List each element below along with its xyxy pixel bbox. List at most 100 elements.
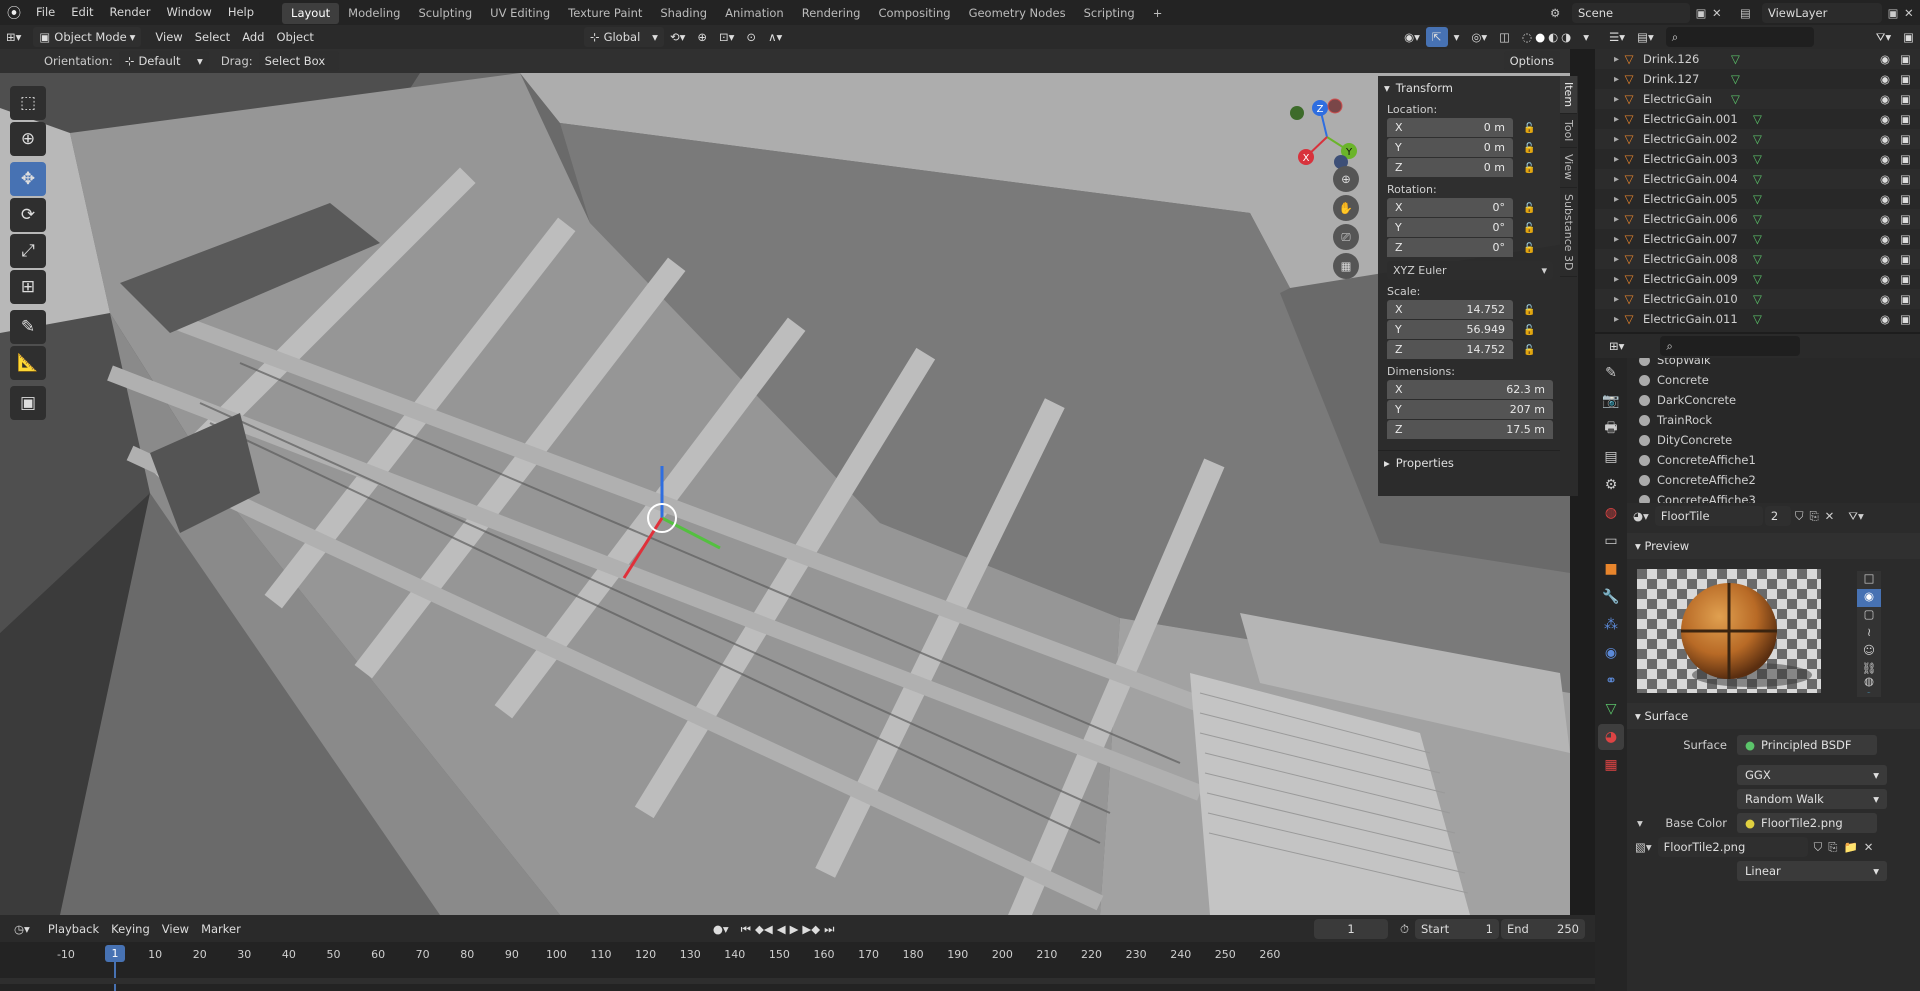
jump-start-icon[interactable]: ⏮ bbox=[741, 919, 751, 939]
expand-chevron-icon[interactable]: ▸ bbox=[1595, 154, 1619, 165]
end-frame-field[interactable]: End 250 bbox=[1501, 918, 1585, 939]
outliner-row[interactable]: ▸ ▽ ElectricGain.001 ▽ ◉ ▣ bbox=[1595, 109, 1920, 129]
render-camera-icon[interactable]: ▣ bbox=[1900, 172, 1920, 186]
menu-edit[interactable]: Edit bbox=[63, 0, 101, 25]
scene-browse-icon[interactable]: ▣ bbox=[1690, 6, 1712, 20]
menu-object[interactable]: Object bbox=[270, 27, 319, 47]
mode-dropdown[interactable]: ▣ Object Mode ▾ bbox=[33, 27, 142, 47]
jump-end-icon[interactable]: ⏭ bbox=[824, 919, 834, 939]
texture-tab-icon[interactable]: ▦ bbox=[1598, 752, 1624, 778]
outliner-row[interactable]: ▸ ▽ Drink.126 ▽ ◉ ▣ bbox=[1595, 49, 1920, 69]
navigation-gizmo[interactable]: Z Y X bbox=[1282, 97, 1372, 177]
hair-preview-icon[interactable]: ≀ bbox=[1857, 625, 1881, 643]
visibility-eye-icon[interactable]: ◉ bbox=[1880, 312, 1900, 326]
mesh-data-icon[interactable]: ▽ bbox=[1753, 232, 1762, 246]
select-box-icon[interactable]: ⬚ bbox=[10, 86, 46, 120]
scene-icon[interactable]: ⚙ bbox=[1550, 6, 1572, 20]
location-z-field[interactable]: Z 0 m bbox=[1387, 158, 1513, 177]
play-reverse-icon[interactable]: ◀ bbox=[777, 919, 786, 939]
scale-x-field[interactable]: X 14.752 bbox=[1387, 300, 1513, 319]
marker-menu[interactable]: Marker bbox=[195, 919, 247, 939]
visibility-eye-icon[interactable]: ◉ bbox=[1880, 232, 1900, 246]
scene-close-icon[interactable]: ✕ bbox=[1712, 6, 1728, 20]
outliner-row[interactable]: ▸ ▽ Drink.127 ▽ ◉ ▣ bbox=[1595, 69, 1920, 89]
expand-chevron-icon[interactable]: ▸ bbox=[1595, 194, 1619, 205]
lock-icon[interactable]: 🔓 bbox=[1523, 123, 1541, 134]
play-icon[interactable]: ▶ bbox=[790, 919, 799, 939]
outliner-search-input[interactable]: ⌕ bbox=[1665, 27, 1814, 47]
outliner-row[interactable]: ▸ ▽ ElectricGain.003 ▽ ◉ ▣ bbox=[1595, 149, 1920, 169]
rotate-icon[interactable]: ⟳ bbox=[10, 198, 46, 232]
visibility-eye-icon[interactable]: ◉ bbox=[1880, 252, 1900, 266]
render-camera-icon[interactable]: ▣ bbox=[1900, 72, 1920, 86]
collapse-chevron-icon[interactable]: ▾ bbox=[1627, 816, 1643, 830]
visibility-eye-icon[interactable]: ◉ bbox=[1880, 172, 1900, 186]
start-frame-field[interactable]: Start 1 bbox=[1415, 918, 1499, 939]
render-tab-icon[interactable]: 📷 bbox=[1598, 388, 1624, 414]
constraints-tab-icon[interactable]: ⚭ bbox=[1598, 668, 1624, 694]
expand-chevron-icon[interactable]: ▸ bbox=[1595, 274, 1619, 285]
expand-chevron-icon[interactable]: ▸ bbox=[1595, 134, 1619, 145]
expand-chevron-icon[interactable]: ▸ bbox=[1595, 254, 1619, 265]
node-link-icon[interactable]: ⛛▾ bbox=[1848, 509, 1863, 524]
current-frame-field[interactable]: 1 bbox=[1314, 918, 1389, 939]
open-folder-icon[interactable]: 📁 bbox=[1843, 840, 1857, 854]
render-camera-icon[interactable]: ▣ bbox=[1900, 52, 1920, 66]
tab-texture-paint[interactable]: Texture Paint bbox=[559, 3, 651, 24]
menu-render[interactable]: Render bbox=[102, 0, 159, 25]
material-slot[interactable]: DityConcrete bbox=[1627, 430, 1920, 450]
dimensions-y-field[interactable]: Y 207 m bbox=[1387, 400, 1553, 419]
timeline-scrollbar[interactable] bbox=[0, 978, 1595, 984]
rotation-z-field[interactable]: Z 0° bbox=[1387, 238, 1513, 257]
menu-select[interactable]: Select bbox=[189, 27, 236, 47]
expand-chevron-icon[interactable]: ▸ bbox=[1595, 174, 1619, 185]
material-users-count[interactable]: 2 bbox=[1764, 506, 1791, 526]
scale-z-field[interactable]: Z 14.752 bbox=[1387, 340, 1513, 359]
outliner-row[interactable]: ▸ ▽ ElectricGain.004 ▽ ◉ ▣ bbox=[1595, 169, 1920, 189]
location-y-field[interactable]: Y 0 m bbox=[1387, 138, 1513, 157]
visibility-eye-icon[interactable]: ◉ bbox=[1880, 132, 1900, 146]
material-slot[interactable]: Concrete bbox=[1627, 370, 1920, 390]
tab-animation[interactable]: Animation bbox=[716, 3, 793, 24]
new-collection-icon[interactable]: ▣ bbox=[1897, 27, 1920, 47]
filter-icon[interactable]: ⛛▾ bbox=[1870, 27, 1897, 47]
tab-view[interactable]: View bbox=[1560, 148, 1577, 188]
tool-tab-icon[interactable]: ✎ bbox=[1598, 360, 1624, 386]
interpolation-dropdown[interactable]: Linear ▾ bbox=[1737, 861, 1887, 881]
tab-geometry-nodes[interactable]: Geometry Nodes bbox=[960, 3, 1075, 24]
tab-uv-editing[interactable]: UV Editing bbox=[481, 3, 559, 24]
render-camera-icon[interactable]: ▣ bbox=[1900, 112, 1920, 126]
visibility-eye-icon[interactable]: ◉ bbox=[1880, 152, 1900, 166]
object-tab-icon[interactable]: ■ bbox=[1598, 556, 1624, 582]
location-x-field[interactable]: X 0 m bbox=[1387, 118, 1513, 137]
viewlayer-browse-icon[interactable]: ▣ bbox=[1882, 6, 1904, 20]
overlay-icon[interactable]: ◎▾ bbox=[1465, 27, 1493, 47]
tab-item[interactable]: Item bbox=[1560, 76, 1577, 115]
mesh-data-icon[interactable]: ▽ bbox=[1753, 152, 1762, 166]
rendered-shading-icon[interactable]: ◑ bbox=[1561, 27, 1571, 47]
render-camera-icon[interactable]: ▣ bbox=[1900, 192, 1920, 206]
rotation-y-field[interactable]: Y 0° bbox=[1387, 218, 1513, 237]
render-camera-icon[interactable]: ▣ bbox=[1900, 312, 1920, 326]
world-preview-icon[interactable]: ◍ bbox=[1857, 674, 1881, 692]
world-tab-icon[interactable]: ◍ bbox=[1598, 500, 1624, 526]
mesh-data-icon[interactable]: ▽ bbox=[1753, 272, 1762, 286]
record-icon[interactable]: ●▾ bbox=[707, 919, 735, 939]
mesh-data-icon[interactable]: ▽ bbox=[1753, 252, 1762, 266]
timeline-view-menu[interactable]: View bbox=[156, 919, 195, 939]
material-slot[interactable]: ConcreteAffiche2 bbox=[1627, 470, 1920, 490]
solid-shading-icon[interactable]: ● bbox=[1535, 27, 1545, 47]
outliner-row[interactable]: ▸ ▽ ElectricGain.005 ▽ ◉ ▣ bbox=[1595, 189, 1920, 209]
surface-shader-selector[interactable]: ● Principled BSDF bbox=[1737, 735, 1877, 755]
expand-chevron-icon[interactable]: ▸ bbox=[1595, 114, 1619, 125]
flat-preview-icon[interactable]: □ bbox=[1857, 571, 1881, 589]
output-tab-icon[interactable]: 🖶 bbox=[1598, 416, 1624, 442]
mesh-data-icon[interactable]: ▽ bbox=[1731, 92, 1740, 106]
mesh-data-icon[interactable]: ▽ bbox=[1731, 52, 1740, 66]
properties-panel-header[interactable]: ▸ Properties bbox=[1378, 450, 1560, 474]
fake-user-icon[interactable]: ⛉ bbox=[1795, 509, 1804, 524]
prev-key-icon[interactable]: ◆◀ bbox=[755, 919, 773, 939]
add-cube-icon[interactable]: ▣ bbox=[10, 386, 46, 420]
snap-icon[interactable]: ⊕ bbox=[691, 27, 713, 47]
ortho-grid-icon[interactable]: ▦ bbox=[1333, 253, 1359, 279]
